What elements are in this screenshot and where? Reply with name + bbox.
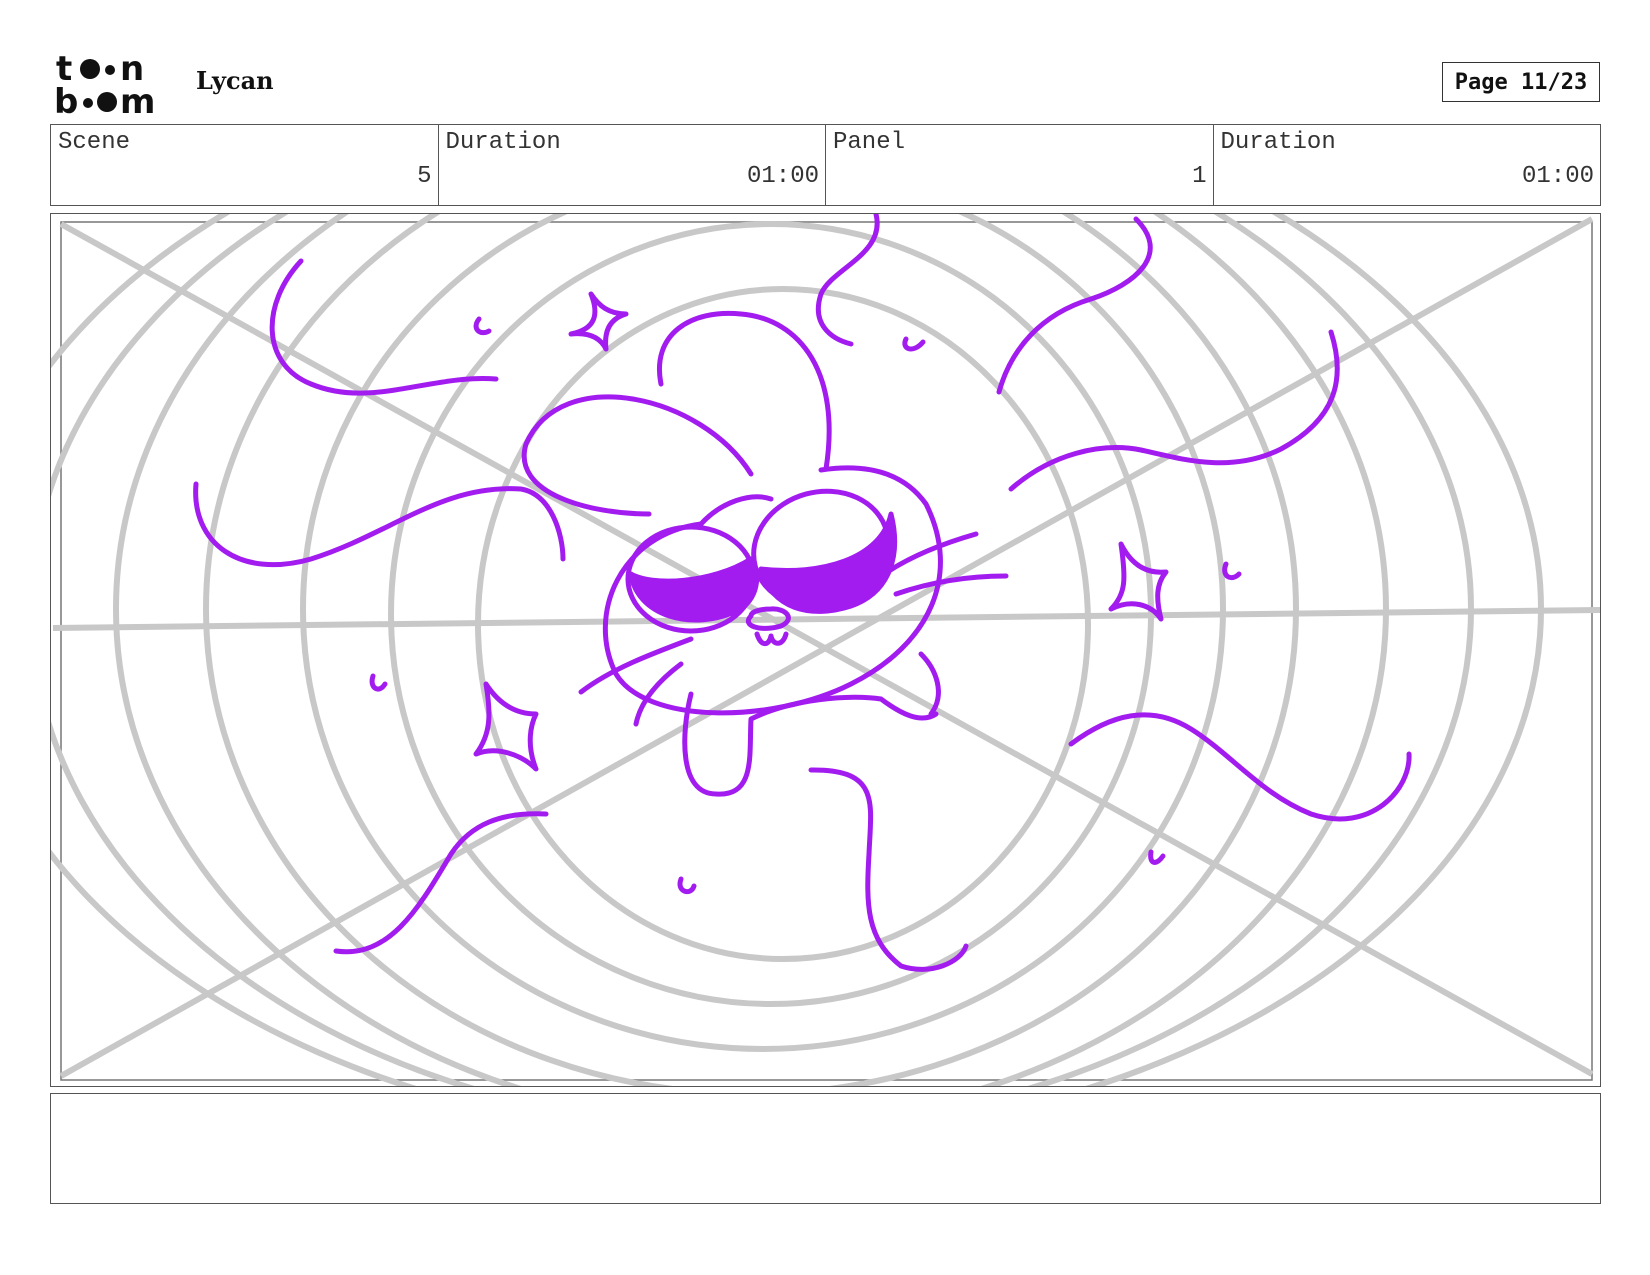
project-title: Lycan: [196, 66, 274, 95]
svg-text:b: b: [54, 82, 78, 118]
panel-label: Panel: [833, 129, 906, 156]
page-indicator: Page 11/23: [1442, 62, 1600, 102]
scene-duration-cell: Duration 01:00: [439, 125, 826, 205]
panel-cell: Panel 1: [826, 125, 1214, 205]
toonboom-logo: t n b m: [54, 50, 155, 118]
panel-duration-label: Duration: [1220, 129, 1336, 156]
scene-duration-label: Duration: [445, 129, 561, 156]
storyboard-panel[interactable]: [50, 213, 1601, 1087]
radial-guides: [51, 214, 1600, 1086]
character-sketch: [193, 214, 1412, 972]
panel-notes-box[interactable]: [50, 1093, 1601, 1204]
panel-info-row: Scene 5 Duration 01:00 Panel 1 Duration …: [50, 124, 1601, 206]
scene-cell: Scene 5: [51, 125, 439, 205]
panel-drawing: [51, 214, 1600, 1086]
panel-duration-cell: Duration 01:00: [1214, 125, 1601, 205]
scene-duration-value: 01:00: [746, 163, 819, 190]
svg-text:m: m: [120, 82, 155, 118]
panel-duration-value: 01:00: [1521, 163, 1594, 190]
panel-value: 1: [1192, 163, 1207, 190]
scene-label: Scene: [58, 129, 131, 156]
scene-value: 5: [417, 163, 432, 190]
